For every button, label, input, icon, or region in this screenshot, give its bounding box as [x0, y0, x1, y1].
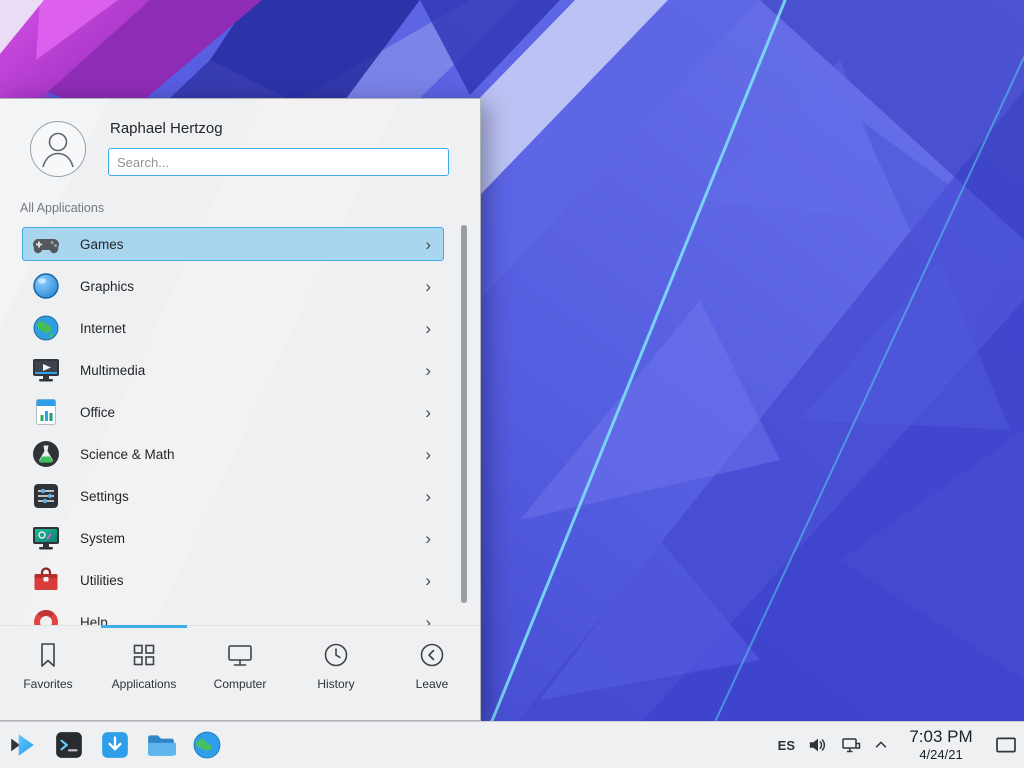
clock-date: 4/24/21 [905, 747, 977, 762]
list-scrollbar[interactable] [461, 225, 467, 603]
category-internet[interactable]: Internet › [22, 311, 444, 345]
terminal-app-icon[interactable] [54, 730, 84, 760]
category-science-math[interactable]: Science & Math › [22, 437, 444, 471]
category-label: Multimedia [80, 363, 145, 378]
category-label: Internet [80, 321, 126, 336]
media-player-icon [30, 354, 62, 386]
category-multimedia[interactable]: Multimedia › [22, 353, 444, 387]
category-graphics[interactable]: Graphics › [22, 269, 444, 303]
tab-label: Leave [416, 677, 449, 691]
submenu-arrow-icon: › [425, 236, 431, 253]
grid-icon [129, 640, 159, 670]
tab-computer[interactable]: Computer [192, 626, 288, 720]
category-label: Utilities [80, 573, 124, 588]
category-settings[interactable]: Settings › [22, 479, 444, 513]
category-label: Office [80, 405, 115, 420]
user-avatar[interactable] [30, 121, 86, 177]
tab-label: Favorites [23, 677, 72, 691]
user-icon [31, 122, 85, 176]
submenu-arrow-icon: › [425, 530, 431, 547]
section-label: All Applications [20, 201, 104, 215]
submenu-arrow-icon: › [425, 446, 431, 463]
category-games[interactable]: Games › [22, 227, 444, 261]
volume-icon[interactable] [808, 735, 828, 755]
taskbar-panel: ES 7:03 PM 4/24 [0, 721, 1024, 768]
submenu-arrow-icon: › [425, 488, 431, 505]
submenu-arrow-icon: › [425, 572, 431, 589]
web-browser-icon[interactable] [192, 730, 222, 760]
sliders-icon [30, 480, 62, 512]
system-tray: ES 7:03 PM 4/24 [778, 725, 1018, 765]
show-desktop-button[interactable] [994, 725, 1018, 765]
tab-leave[interactable]: Leave [384, 626, 480, 720]
category-system[interactable]: System › [22, 521, 444, 555]
clock-icon [321, 640, 351, 670]
submenu-arrow-icon: › [425, 320, 431, 337]
category-office[interactable]: Office › [22, 395, 444, 429]
gamepad-icon [30, 228, 62, 260]
tab-history[interactable]: History [288, 626, 384, 720]
document-chart-icon [30, 396, 62, 428]
show-desktop-icon [994, 733, 1018, 757]
tab-label: History [317, 677, 354, 691]
launcher-tabbar: Favorites Applications C [0, 625, 480, 720]
tray-expander-chevron-up-icon[interactable] [874, 738, 888, 752]
software-center-icon[interactable] [100, 730, 130, 760]
search-input[interactable] [108, 148, 449, 176]
application-launcher-menu: Raphael Hertzog All Applications Games › [0, 98, 481, 721]
keyboard-layout-indicator[interactable]: ES [778, 738, 795, 753]
category-label: System [80, 531, 125, 546]
tab-label: Applications [112, 677, 177, 691]
category-label: Science & Math [80, 447, 175, 462]
digital-clock[interactable]: 7:03 PM 4/24/21 [905, 727, 977, 762]
user-name: Raphael Hertzog [110, 120, 223, 137]
bookmark-icon [33, 640, 63, 670]
leave-icon [417, 640, 447, 670]
clock-time: 7:03 PM [905, 727, 977, 747]
category-list: Games › Graphics › [22, 227, 444, 647]
network-icon[interactable] [841, 735, 861, 755]
tab-label: Computer [214, 677, 267, 691]
file-manager-icon[interactable] [146, 730, 176, 760]
desktop: Raphael Hertzog All Applications Games › [0, 0, 1024, 768]
submenu-arrow-icon: › [425, 362, 431, 379]
category-label: Games [80, 237, 124, 252]
camera-lens-icon [30, 270, 62, 302]
globe-icon [30, 312, 62, 344]
tab-applications[interactable]: Applications [96, 626, 192, 720]
app-launcher-button[interactable] [8, 730, 38, 760]
category-label: Graphics [80, 279, 134, 294]
monitor-icon [225, 640, 255, 670]
panel-launchers [8, 730, 222, 760]
submenu-arrow-icon: › [425, 404, 431, 421]
category-utilities[interactable]: Utilities › [22, 563, 444, 597]
toolbox-icon [30, 564, 62, 596]
submenu-arrow-icon: › [425, 278, 431, 295]
tab-favorites[interactable]: Favorites [0, 626, 96, 720]
flask-icon [30, 438, 62, 470]
category-label: Settings [80, 489, 129, 504]
system-monitor-icon [30, 522, 62, 554]
